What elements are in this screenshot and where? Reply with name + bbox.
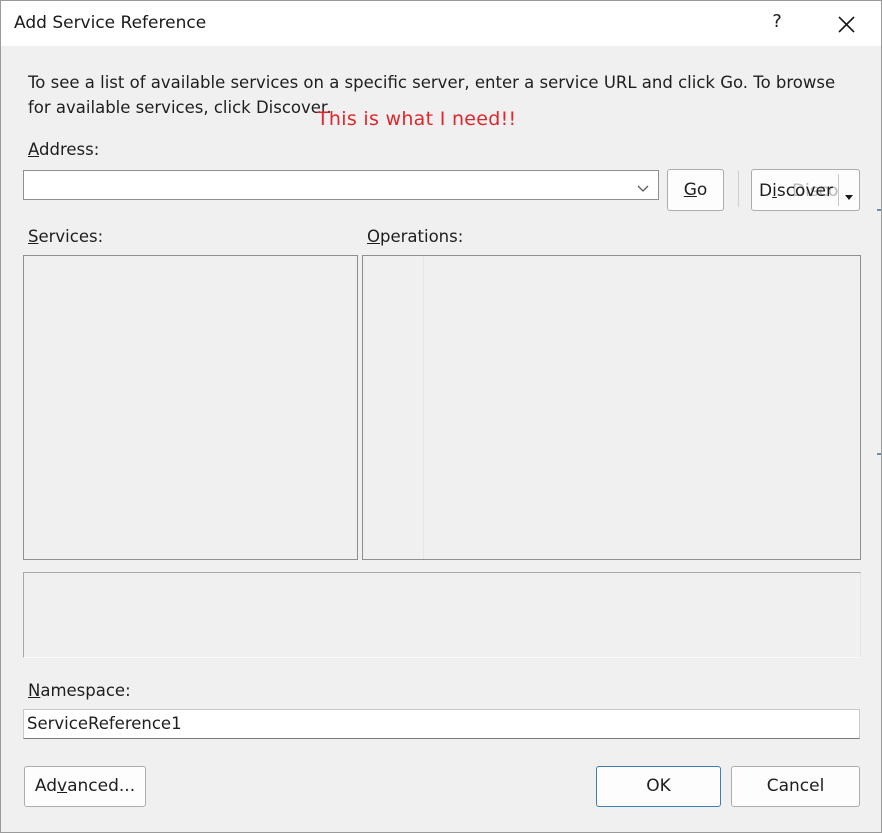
background-edge-mark — [877, 453, 881, 455]
operations-column-divider — [423, 256, 424, 559]
background-edge-mark — [877, 209, 881, 211]
services-label: Services: — [28, 227, 103, 246]
namespace-label: Namespace: — [28, 681, 131, 700]
discover-button[interactable]: Discover — [752, 170, 840, 210]
split-divider — [838, 174, 839, 206]
discover-prefix: D — [759, 181, 773, 201]
close-icon — [838, 16, 855, 33]
advanced-label: anced... — [67, 776, 136, 796]
services-label-accesskey: S — [28, 227, 39, 246]
go-label: o — [696, 180, 708, 200]
namespace-input[interactable]: ServiceReference1 — [23, 709, 860, 739]
discover-split-button[interactable]: Discover Discover — [751, 169, 860, 211]
toolbar-divider — [738, 171, 739, 207]
add-service-reference-dialog: Add Service Reference ? To see a list of… — [0, 0, 882, 833]
address-label-accesskey: A — [28, 140, 39, 159]
services-tree[interactable] — [23, 255, 358, 560]
namespace-label-accesskey: N — [28, 681, 41, 700]
help-button[interactable]: ? — [767, 11, 787, 35]
close-button[interactable] — [827, 7, 865, 41]
go-button[interactable]: Go — [667, 169, 724, 211]
namespace-label-text: amespace: — [40, 681, 131, 700]
title-bar: Add Service Reference ? — [1, 1, 881, 46]
advanced-prefix: Ad — [34, 776, 58, 796]
discover-label: scover — [776, 181, 833, 201]
annotation-text: This is what I need!! — [317, 108, 517, 130]
address-label: Address: — [28, 140, 99, 159]
services-label-text: ervices: — [38, 227, 104, 246]
advanced-button[interactable]: Advanced... — [24, 766, 146, 807]
dialog-title: Add Service Reference — [14, 13, 207, 33]
go-accesskey: G — [683, 180, 697, 200]
advanced-accesskey: v — [57, 776, 68, 796]
address-combobox[interactable] — [23, 170, 659, 200]
address-label-text: ddress: — [39, 140, 100, 159]
operations-list[interactable] — [362, 255, 861, 560]
operations-label-accesskey: O — [367, 227, 380, 246]
operations-label: Operations: — [367, 227, 463, 246]
operations-label-text: perations: — [380, 227, 464, 246]
ok-button[interactable]: OK — [596, 766, 721, 807]
cancel-button[interactable]: Cancel — [731, 766, 860, 807]
caret-down-icon[interactable] — [844, 187, 854, 207]
chevron-down-icon[interactable] — [636, 179, 650, 198]
status-details-box — [23, 572, 861, 658]
